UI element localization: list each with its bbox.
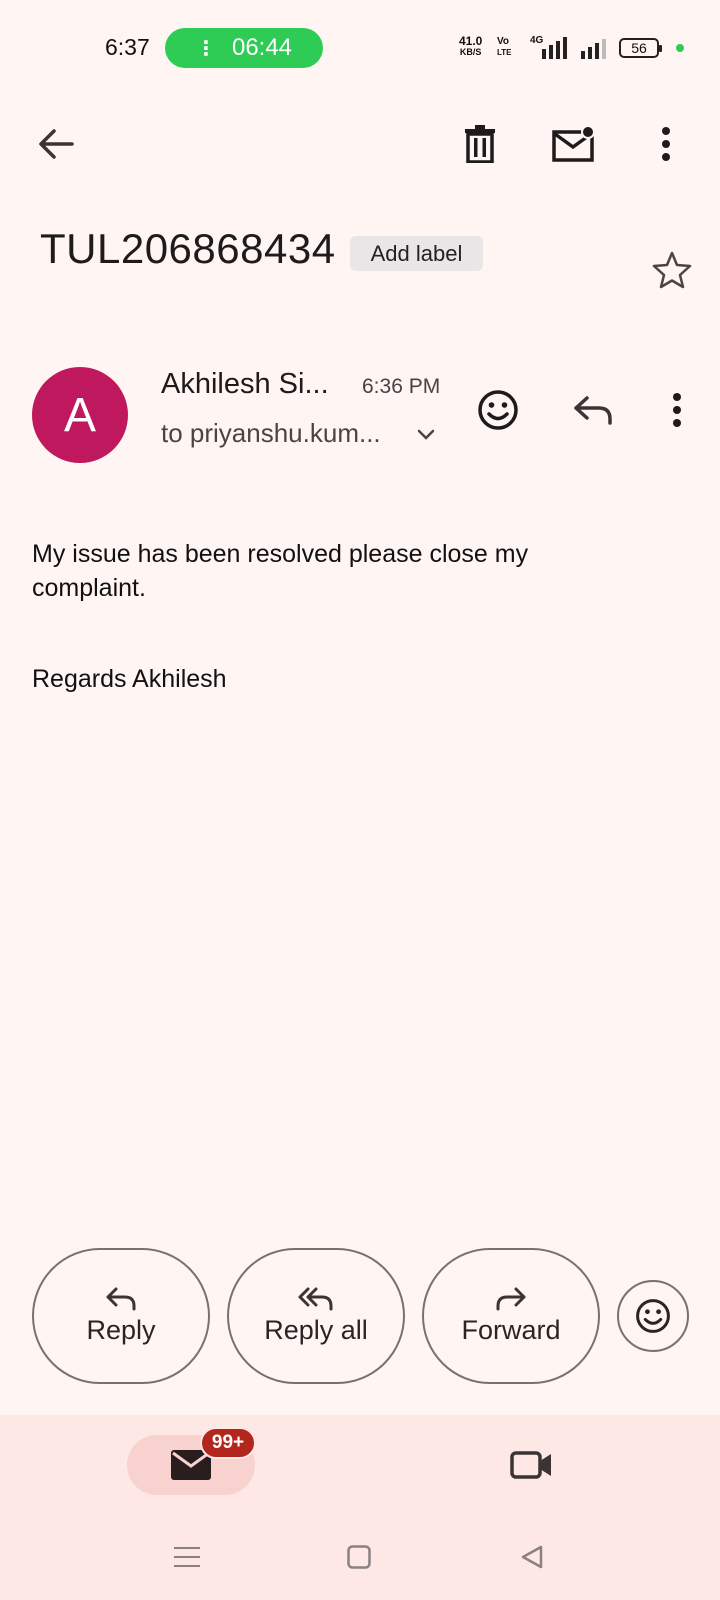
- video-camera-icon: [510, 1451, 551, 1479]
- back-triangle-icon: [521, 1545, 543, 1569]
- trash-icon: [465, 125, 495, 163]
- battery-level: 56: [631, 40, 647, 56]
- ongoing-call-pill[interactable]: ⋮ 06:44: [165, 28, 323, 68]
- signal-strength-2-icon: [581, 39, 606, 59]
- add-reaction-button[interactable]: [617, 1280, 689, 1352]
- recipient-line[interactable]: to priyanshu.kum...: [161, 418, 381, 449]
- network-speed-value: 41.0: [459, 34, 483, 48]
- star-icon: [652, 251, 692, 289]
- star-button[interactable]: [648, 246, 696, 294]
- reply-button[interactable]: Reply: [32, 1248, 210, 1384]
- forward-icon: [496, 1287, 526, 1310]
- details-expand-button[interactable]: [411, 420, 441, 450]
- delete-button[interactable]: [454, 118, 506, 170]
- call-timer: 06:44: [231, 34, 293, 61]
- network-speed: 41.0 KB/S: [459, 34, 483, 58]
- battery-indicator: 56: [619, 38, 662, 58]
- sent-time: 6:36 PM: [362, 375, 441, 398]
- signal-strength-icon: [542, 37, 567, 59]
- email-body: My issue has been resolved please close …: [32, 540, 529, 602]
- home-square-icon: [347, 1545, 371, 1569]
- react-emoji-button[interactable]: [474, 386, 522, 434]
- reply-icon-button[interactable]: [569, 386, 617, 434]
- mail-unread-icon: [552, 126, 595, 162]
- emoji-icon: [478, 390, 518, 430]
- volte-top: Vo: [497, 36, 510, 47]
- system-home-button[interactable]: [342, 1540, 376, 1574]
- volte-bottom: LTE: [497, 48, 512, 57]
- reply-icon: [106, 1287, 136, 1310]
- forward-button[interactable]: Forward: [422, 1248, 600, 1384]
- more-vert-icon: [662, 127, 670, 161]
- sender-name[interactable]: Akhilesh Si...: [161, 368, 329, 401]
- email-signature: Regards Akhilesh: [32, 665, 227, 693]
- mark-unread-button[interactable]: [548, 118, 600, 170]
- system-back-button[interactable]: [515, 1540, 549, 1574]
- reply-icon: [574, 396, 612, 425]
- reply-all-icon: [298, 1287, 333, 1310]
- nav-meet-tab[interactable]: [502, 1440, 562, 1490]
- reply-label: Reply: [86, 1314, 156, 1345]
- back-button[interactable]: [30, 118, 82, 170]
- status-time: 6:37: [105, 34, 150, 60]
- add-label-chip[interactable]: Add label: [350, 236, 483, 271]
- email-subject: TUL206868434: [40, 225, 336, 272]
- volte-indicator: Vo LTE: [497, 36, 512, 58]
- emoji-icon: [636, 1299, 670, 1333]
- forward-label: Forward: [461, 1314, 561, 1345]
- arrow-back-icon: [39, 129, 74, 159]
- sender-avatar[interactable]: A: [32, 367, 128, 463]
- more-options-button[interactable]: [640, 118, 692, 170]
- chevron-down-icon: [417, 429, 435, 440]
- reply-all-button[interactable]: Reply all: [227, 1248, 405, 1384]
- system-menu-button[interactable]: [170, 1540, 204, 1574]
- call-indicator-icon: ⋮: [195, 37, 216, 60]
- reply-all-label: Reply all: [264, 1314, 368, 1345]
- message-more-button[interactable]: [657, 386, 697, 434]
- unread-count-badge: 99+: [200, 1427, 256, 1459]
- privacy-dot-icon: [676, 44, 684, 52]
- more-vert-icon: [673, 393, 681, 427]
- menu-icon: [174, 1547, 200, 1567]
- network-speed-unit: KB/S: [459, 47, 482, 57]
